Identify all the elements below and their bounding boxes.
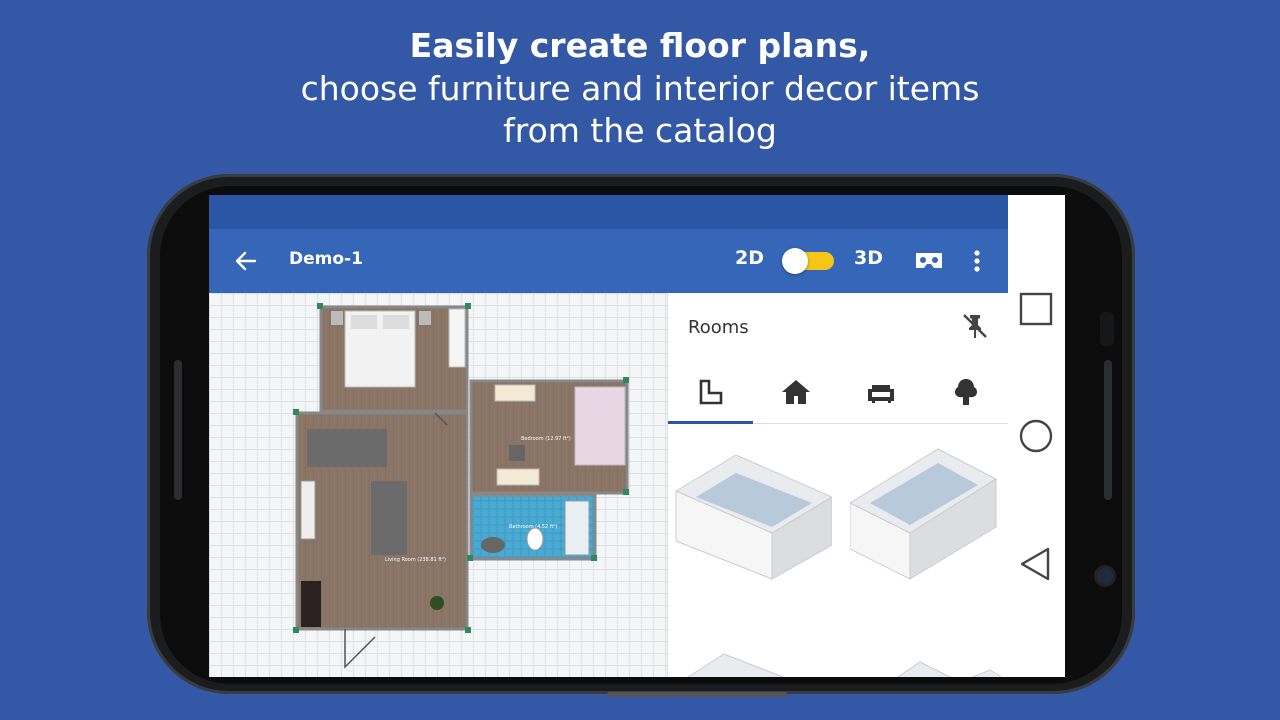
floorplan-canvas[interactable]: Bedroom (12.97 ft²) Bathroom (4.52 ft²) … <box>209 293 667 677</box>
panel-title: Rooms <box>688 317 749 338</box>
promo-headline: Easily create floor plans, <box>409 26 871 65</box>
project-title: Demo-1 <box>289 249 363 269</box>
room-item-l-shape[interactable] <box>672 611 832 677</box>
view-mode-toggle[interactable] <box>782 248 834 274</box>
promo-subline-2: from the catalog <box>503 111 777 150</box>
mode-3d-label[interactable]: 3D <box>854 247 883 269</box>
sofa-icon <box>867 385 894 403</box>
recents-square-icon[interactable] <box>1016 289 1056 329</box>
phone-speaker-left <box>174 360 182 500</box>
room-label-living: Living Room (238.81 ft²) <box>385 557 446 563</box>
app-bar: Demo-1 2D 3D <box>209 229 1008 293</box>
vr-headset-icon[interactable] <box>913 247 945 275</box>
system-nav-bar <box>1008 195 1065 677</box>
home-circle-icon[interactable] <box>1016 416 1056 456</box>
house-icon <box>781 380 810 404</box>
room-item-rectangle[interactable] <box>850 445 1010 585</box>
tab-furniture[interactable] <box>838 361 923 423</box>
status-bar <box>209 195 1008 229</box>
app-screen: Demo-1 2D 3D Bedroom (12.97 ft²) Bathroo… <box>209 195 1065 677</box>
back-arrow-icon[interactable] <box>231 246 261 276</box>
back-triangle-icon[interactable] <box>1016 544 1056 584</box>
phone-camera <box>1097 568 1113 584</box>
tab-house[interactable] <box>753 361 838 423</box>
tab-plants[interactable] <box>923 361 1008 423</box>
floorplan-drawing[interactable]: Bedroom (12.97 ft²) Bathroom (4.52 ft²) … <box>209 293 667 677</box>
tree-icon <box>954 379 977 405</box>
room-label-bedroom: Bedroom (12.97 ft²) <box>521 436 571 442</box>
room-label-bathroom: Bathroom (4.52 ft²) <box>509 524 557 530</box>
more-vert-icon[interactable] <box>967 247 987 275</box>
phone-side-button <box>607 692 787 697</box>
room-shape-icon <box>699 379 722 405</box>
phone-speaker-right <box>1104 360 1112 500</box>
catalog-panel: Rooms <box>667 293 1009 677</box>
category-tabs <box>668 361 1009 424</box>
mode-2d-label[interactable]: 2D <box>735 247 764 269</box>
phone-sensor <box>1100 312 1114 346</box>
unpin-icon[interactable] <box>960 311 990 341</box>
tab-rooms[interactable] <box>668 361 753 424</box>
room-item-square[interactable] <box>672 445 832 585</box>
room-item-u-shape[interactable] <box>850 611 1010 677</box>
toggle-knob[interactable] <box>782 248 808 274</box>
promo-subline-1: choose furniture and interior decor item… <box>300 69 980 108</box>
